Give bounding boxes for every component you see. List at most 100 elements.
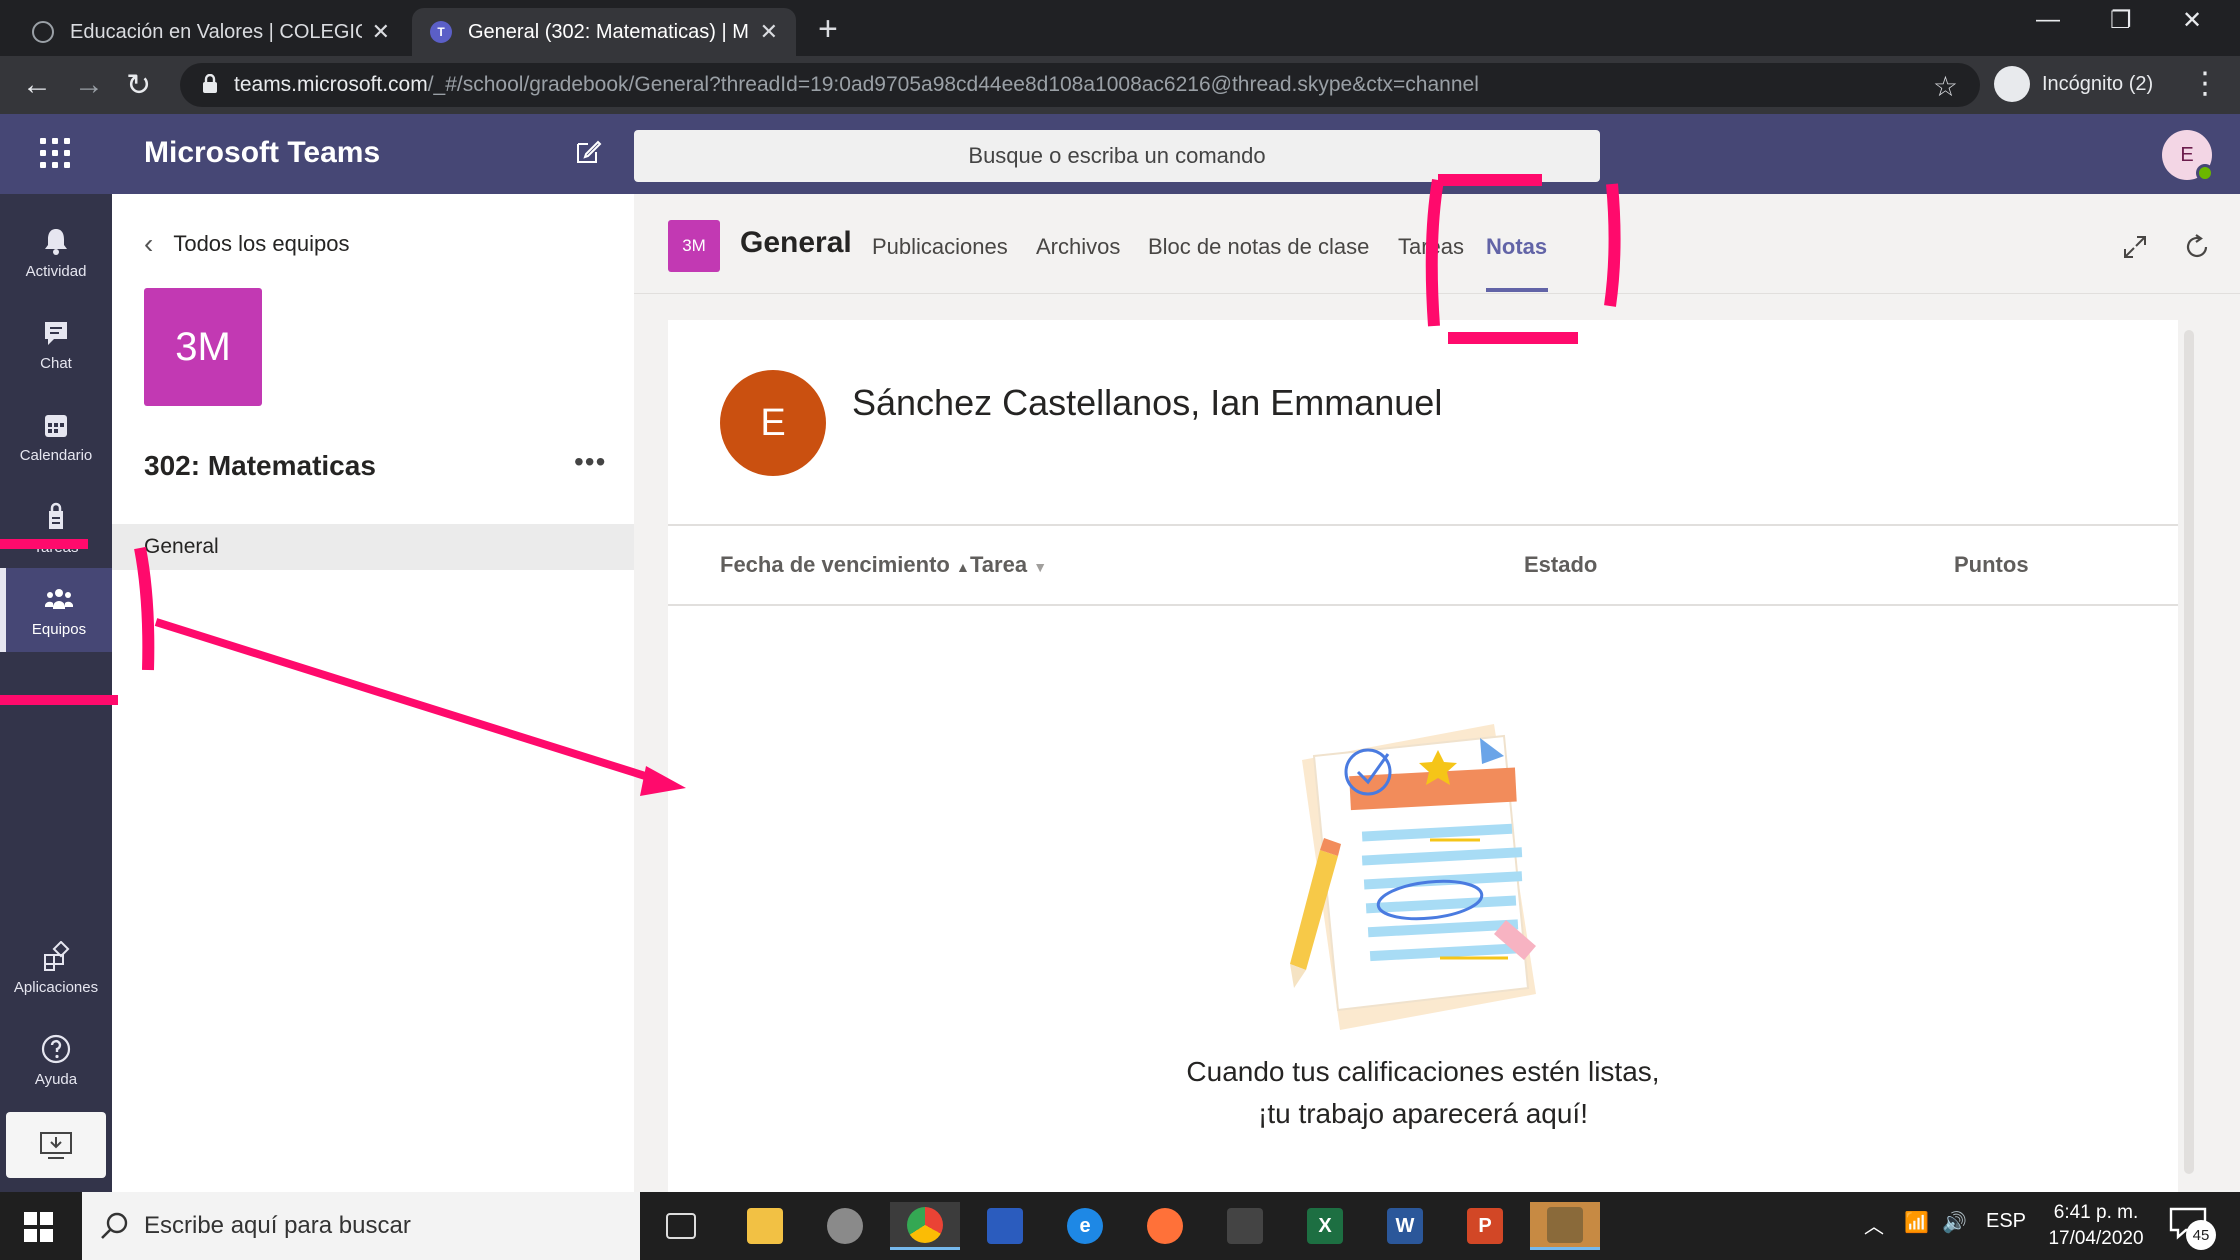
student-name: Sánchez Castellanos, Ian Emmanuel xyxy=(852,382,1443,423)
chrome-icon[interactable] xyxy=(890,1202,960,1250)
windows-start-icon[interactable] xyxy=(24,1212,54,1242)
user-initial: E xyxy=(2180,143,2194,166)
incognito-profile-button[interactable]: Incógnito (2) xyxy=(1994,64,2153,104)
search-icon xyxy=(101,1212,128,1239)
url-path: /_#/school/gradebook/General?threadId=19… xyxy=(427,73,1479,96)
url-host: teams.microsoft.com xyxy=(234,73,428,96)
app-inkscape-icon[interactable] xyxy=(1210,1202,1280,1250)
browser-tab-colegio[interactable]: Educación en Valores | COLEGIO ✕ xyxy=(14,8,408,56)
browser-tabstrip: Educación en Valores | COLEGIO ✕ T Gener… xyxy=(0,0,2240,56)
app-gimp-icon[interactable] xyxy=(1530,1202,1600,1250)
download-app-button[interactable] xyxy=(6,1112,106,1178)
column-label: Fecha de vencimiento xyxy=(720,552,950,577)
team-avatar: 3M xyxy=(144,288,262,406)
network-icon[interactable]: 📶 xyxy=(1904,1210,1929,1235)
file-explorer-icon[interactable] xyxy=(730,1202,800,1250)
team-panel: ‹ Todos los equipos 3M 302: Matematicas … xyxy=(112,194,634,1192)
volume-icon[interactable]: 🔊 xyxy=(1942,1210,1967,1235)
tab-archivos[interactable]: Archivos xyxy=(1036,234,1120,260)
grades-card: E Sánchez Castellanos, Ian Emmanuel Fech… xyxy=(668,320,2178,1192)
close-tab-icon[interactable]: ✕ xyxy=(760,19,778,45)
rail-item-activity[interactable]: Actividad xyxy=(0,210,112,294)
system-clock[interactable]: 6:41 p. m. 17/04/2020 xyxy=(2036,1200,2156,1252)
chat-icon xyxy=(45,321,67,345)
app-generic-icon[interactable] xyxy=(810,1202,880,1250)
bookmark-star-icon[interactable]: ☆ xyxy=(1933,70,1958,103)
rail-item-chat[interactable]: Chat xyxy=(0,302,112,386)
edge-icon[interactable]: e xyxy=(1050,1202,1120,1250)
rail-item-label: Chat xyxy=(40,354,72,372)
app-launcher-icon[interactable] xyxy=(40,138,70,168)
tab-title: Educación en Valores | COLEGIO xyxy=(70,20,362,43)
new-chat-icon[interactable] xyxy=(572,136,604,168)
command-search-input[interactable]: Busque o escriba un comando xyxy=(634,130,1600,182)
expand-icon[interactable] xyxy=(2120,232,2150,262)
incognito-icon xyxy=(1994,66,2030,102)
minimize-icon[interactable]: — xyxy=(2036,6,2060,34)
empty-grades-illustration xyxy=(1290,724,1536,1030)
restore-icon[interactable]: ❐ xyxy=(2110,6,2132,35)
refresh-icon[interactable] xyxy=(2182,232,2212,262)
column-header-status[interactable]: Estado xyxy=(1524,552,1597,578)
word-icon[interactable]: W xyxy=(1370,1202,1440,1250)
rail-item-calendar[interactable]: Calendario xyxy=(0,394,112,478)
rail-item-label: Calendario xyxy=(19,446,93,464)
channel-item-general[interactable]: General xyxy=(112,524,634,570)
rail-item-help[interactable]: Ayuda xyxy=(0,1018,112,1102)
teams-icon xyxy=(45,588,73,609)
windows-taskbar: Escribe aquí para buscar e X W P ︿ 📶 🔊 E… xyxy=(0,1192,2240,1260)
apps-icon xyxy=(44,940,70,971)
vertical-scrollbar[interactable] xyxy=(2184,330,2194,1174)
site-favicon-icon xyxy=(32,21,54,43)
assignments-icon xyxy=(49,502,63,529)
profile-label: Incógnito (2) xyxy=(2042,72,2154,95)
powerpoint-icon[interactable]: P xyxy=(1450,1202,1520,1250)
close-window-icon[interactable]: ✕ xyxy=(2182,6,2202,35)
tab-bloc-de-notas[interactable]: Bloc de notas de clase xyxy=(1148,234,1369,260)
excel-icon[interactable]: X xyxy=(1290,1202,1360,1250)
task-view-icon[interactable] xyxy=(646,1202,716,1250)
chevron-left-icon: ‹ xyxy=(144,228,154,259)
more-options-icon[interactable]: ••• xyxy=(574,446,606,478)
browser-tab-teams[interactable]: T General (302: Matematicas) | Mic ✕ xyxy=(412,8,796,56)
column-header-points[interactable]: Puntos xyxy=(1954,552,2029,578)
app-scanner-icon[interactable] xyxy=(970,1202,1040,1250)
browser-menu-icon[interactable]: ⋮ xyxy=(2190,66,2220,101)
divider xyxy=(668,524,2178,526)
notification-count: 45 xyxy=(2186,1220,2216,1250)
user-avatar[interactable]: E xyxy=(2162,130,2214,182)
teams-favicon-icon: T xyxy=(430,21,452,43)
tab-notas[interactable]: Notas xyxy=(1486,234,1547,260)
address-bar[interactable]: teams.microsoft.com/_#/school/gradebook/… xyxy=(180,63,1980,107)
tab-tareas[interactable]: Tareas xyxy=(1398,234,1464,260)
firefox-icon[interactable] xyxy=(1130,1202,1200,1250)
rail-item-apps[interactable]: Aplicaciones xyxy=(0,926,112,1010)
rail-item-assignments[interactable]: Tareas xyxy=(0,486,112,570)
show-hidden-icons-icon[interactable]: ︿ xyxy=(1864,1210,1884,1239)
reload-icon[interactable]: ↻ xyxy=(126,68,151,103)
taskbar-search-placeholder: Escribe aquí para buscar xyxy=(144,1212,411,1239)
rail-item-label: Ayuda xyxy=(34,1070,78,1088)
sort-descending-icon: ▼ xyxy=(1033,559,1048,575)
taskbar-search-input[interactable]: Escribe aquí para buscar xyxy=(82,1192,640,1260)
column-header-due-date[interactable]: Fecha de vencimiento ▲ xyxy=(720,552,970,578)
action-center-button[interactable]: 45 xyxy=(2168,1206,2216,1250)
app-title: Microsoft Teams xyxy=(144,136,381,169)
language-indicator[interactable]: ESP xyxy=(1986,1210,2026,1233)
empty-state-line-2: ¡tu trabajo aparecerá aquí! xyxy=(1258,1098,1588,1129)
column-header-assignment[interactable]: Tarea ▼ xyxy=(970,552,1047,578)
presence-available-icon xyxy=(2196,164,2214,182)
close-tab-icon[interactable]: ✕ xyxy=(372,19,390,45)
back-to-all-teams-link[interactable]: ‹ Todos los equipos xyxy=(144,228,349,260)
bell-icon xyxy=(45,228,67,255)
rail-item-teams[interactable]: Equipos xyxy=(0,568,112,652)
new-tab-icon[interactable]: + xyxy=(818,10,838,49)
forward-arrow-icon[interactable]: → xyxy=(74,68,104,102)
main-content: 3M General Publicaciones Archivos Bloc d… xyxy=(634,194,2240,1192)
clock-date: 17/04/2020 xyxy=(2048,1228,2144,1249)
rail-item-label: Actividad xyxy=(25,262,87,280)
channel-label: General xyxy=(144,535,219,558)
tab-publicaciones[interactable]: Publicaciones xyxy=(872,234,1008,260)
app-rail: Actividad Chat Calendario Tareas Equipos… xyxy=(0,194,112,1192)
back-arrow-icon[interactable]: ← xyxy=(22,68,52,102)
